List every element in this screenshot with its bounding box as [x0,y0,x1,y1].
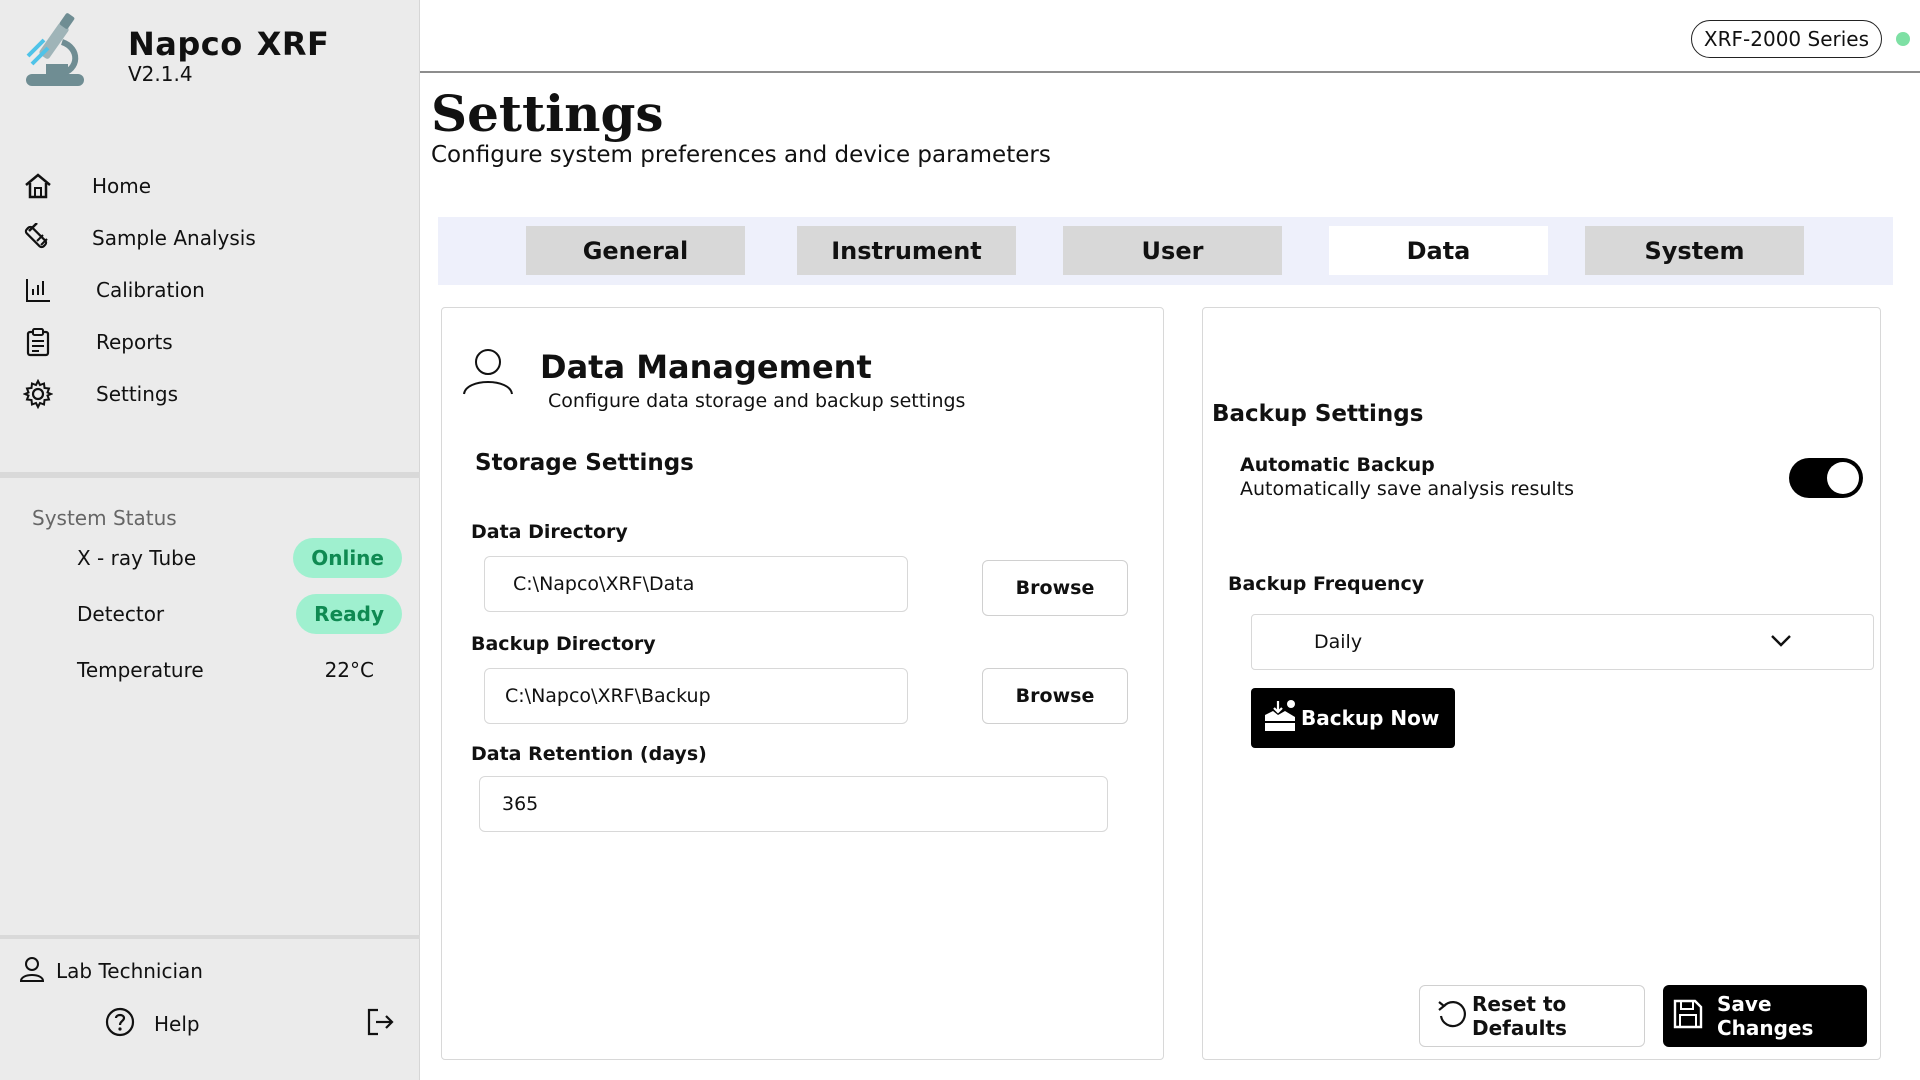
sidebar-item-label: Calibration [96,278,205,302]
status-row-xray: X - ray Tube Online [32,530,402,586]
temperature-value: 22°C [324,658,374,682]
toggle-knob [1827,462,1859,494]
sidebar-item-label: Reports [96,330,173,354]
data-retention-input[interactable]: 365 [479,776,1108,832]
brand: Napco XRF V2.1.4 [22,12,329,92]
backup-download-icon [1263,699,1297,738]
backup-frequency-value: Daily [1314,631,1363,653]
app-name: Napco XRF [128,25,330,63]
browse-data-directory-button[interactable]: Browse [982,560,1128,616]
storage-settings-title: Storage Settings [475,450,694,476]
data-directory-input[interactable]: C:\Napco\XRF\Data [484,556,908,612]
help-icon [104,1006,136,1042]
logout-icon[interactable] [364,1006,396,1042]
status-label: X - ray Tube [77,546,197,570]
system-status-title: System Status [32,506,177,530]
browse-backup-directory-button[interactable]: Browse [982,668,1128,724]
data-management-card: Data Management Configure data storage a… [441,307,1164,1060]
tab-system[interactable]: System [1585,226,1804,275]
device-series-badge: XRF-2000 Series [1690,20,1882,58]
home-icon [22,170,54,202]
backup-directory-label: Backup Directory [471,633,656,655]
system-status: System Status X - ray Tube Online Detect… [32,506,402,698]
save-changes-label: Save Changes [1717,992,1814,1040]
user-name: Lab Technician [56,959,203,983]
gear-icon [22,378,54,410]
card-title: Data Management [540,348,872,386]
backup-settings-card: Backup Settings Automatic Backup Automat… [1202,307,1881,1060]
status-badge: Online [293,538,402,578]
user-outline-icon [460,346,516,400]
backup-settings-title: Backup Settings [1212,401,1424,427]
card-subtitle: Configure data storage and backup settin… [548,390,966,412]
page-subtitle: Configure system preferences and device … [431,142,1051,168]
bar-chart-icon [22,274,54,306]
user-profile[interactable]: Lab Technician [18,955,203,987]
data-retention-label: Data Retention (days) [471,743,707,765]
help-label: Help [154,1012,200,1036]
backup-frequency-select[interactable]: Daily [1251,614,1874,670]
user-icon [18,955,46,987]
backup-now-label: Backup Now [1301,706,1440,730]
backup-frequency-label: Backup Frequency [1228,573,1425,595]
chevron-down-icon [1769,629,1793,658]
backup-directory-input[interactable]: C:\Napco\XRF\Backup [484,668,908,724]
sidebar-nav: Home Sample Analysis Calibration Reports… [22,160,402,420]
sidebar: Napco XRF V2.1.4 Home Sample Analysis Cal… [0,0,420,1080]
sidebar-item-sample-analysis[interactable]: Sample Analysis [22,212,402,264]
app-version: V2.1.4 [128,62,193,86]
sidebar-item-home[interactable]: Home [22,160,402,212]
tab-data[interactable]: Data [1329,226,1548,275]
backup-now-button[interactable]: Backup Now [1251,688,1455,748]
sidebar-item-calibration[interactable]: Calibration [22,264,402,316]
top-bar: XRF-2000 Series [420,0,1920,73]
sidebar-item-settings[interactable]: Settings [22,368,402,420]
sidebar-item-reports[interactable]: Reports [22,316,402,368]
help-link[interactable]: Help [104,1006,200,1042]
sidebar-item-label: Home [92,174,152,198]
data-directory-label: Data Directory [471,521,628,543]
status-label: Detector [77,602,165,626]
status-row-detector: Detector Ready [32,586,402,642]
reset-to-defaults-button[interactable]: Reset to Defaults [1419,985,1645,1047]
microscope-logo-icon [26,13,84,86]
tab-user[interactable]: User [1063,226,1282,275]
reset-icon [1436,998,1468,1035]
automatic-backup-label: Automatic Backup [1240,454,1435,476]
sidebar-item-label: Settings [96,382,179,406]
page-title: Settings [431,84,664,143]
automatic-backup-description: Automatically save analysis results [1240,478,1575,500]
reset-to-defaults-label: Reset to Defaults [1472,992,1567,1040]
save-changes-button[interactable]: Save Changes [1663,985,1867,1047]
sidebar-item-label: Sample Analysis [92,226,256,250]
status-badge: Ready [296,594,402,634]
settings-tabs: General Instrument User Data System [438,217,1893,285]
floppy-disk-icon [1671,997,1705,1036]
sidebar-divider [0,472,420,478]
status-row-temperature: Temperature 22°C [32,642,402,698]
connection-status-indicator [1896,32,1910,46]
automatic-backup-toggle[interactable] [1789,458,1863,498]
clipboard-icon [22,326,54,358]
test-tube-icon [22,222,54,254]
sidebar-divider [0,935,420,939]
tab-general[interactable]: General [526,226,745,275]
status-label: Temperature [77,658,204,682]
tab-instrument[interactable]: Instrument [797,226,1016,275]
